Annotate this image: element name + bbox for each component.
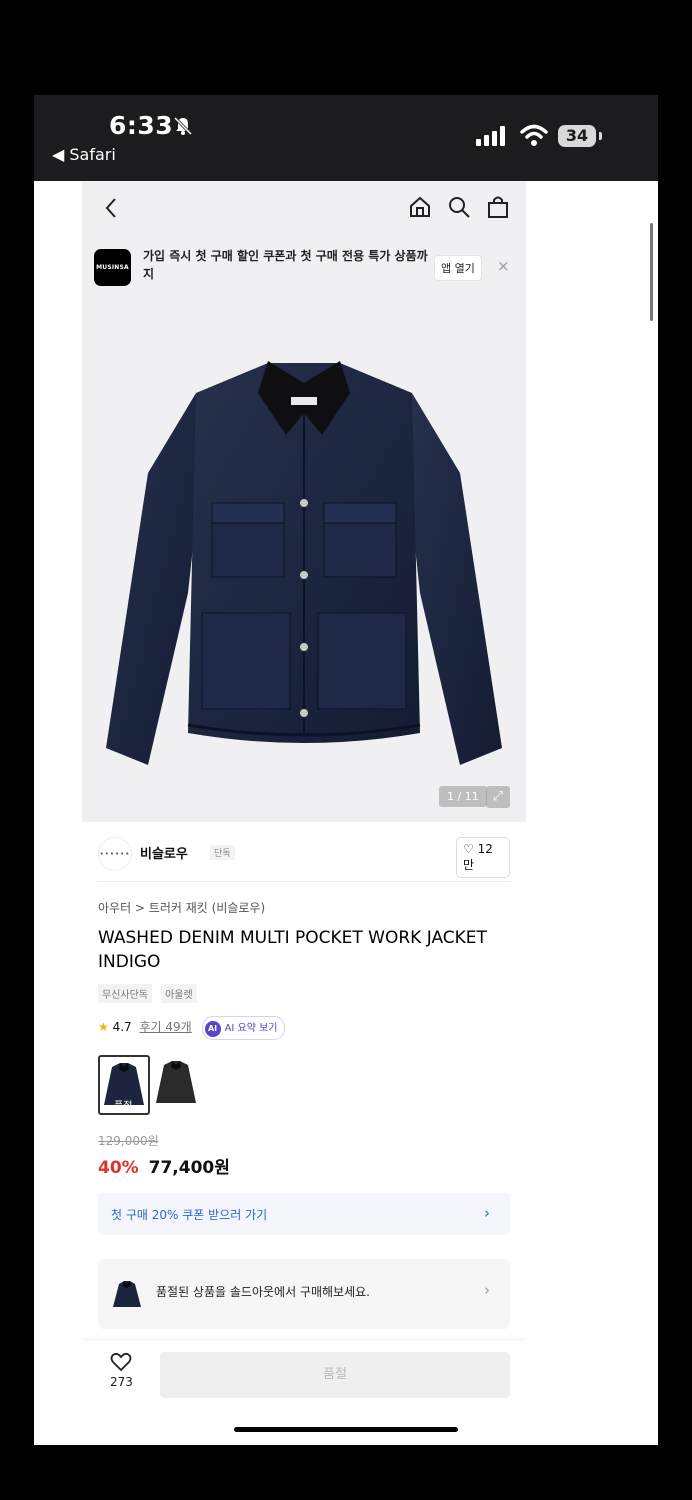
soldout-buy-button[interactable]: 품절	[160, 1352, 510, 1398]
brand-row[interactable]: •••••• 비슬로우 단독 ♡ 12만	[98, 831, 510, 882]
battery-tip	[599, 132, 602, 140]
rating-value: 4.7	[112, 1020, 132, 1034]
thumb-jacket-black	[156, 1061, 196, 1103]
home-icon[interactable]	[408, 195, 432, 219]
back-arrow-icon[interactable]	[104, 197, 118, 219]
wifi-icon	[520, 124, 548, 146]
brand-name[interactable]: 비슬로우	[140, 843, 188, 862]
resell-jacket-icon	[113, 1281, 141, 1307]
image-counter: 1 / 11	[439, 786, 487, 807]
signal-icon	[476, 126, 505, 146]
tag-outlet: 아울렛	[161, 984, 197, 1003]
app-install-banner[interactable]: MUSINSA 가입 즉시 첫 구매 할인 쿠폰과 첫 구매 전용 특가 상품까…	[94, 247, 512, 289]
back-to-safari-link[interactable]: ◀ Safari	[52, 145, 116, 164]
exclusive-badge: 단독	[210, 845, 235, 860]
musinsa-app-logo: MUSINSA	[94, 249, 131, 286]
chevron-right-icon: ›	[484, 1204, 490, 1222]
wishlist-button[interactable]: 273	[110, 1352, 133, 1389]
category-breadcrumb[interactable]: 아우터 > 트러커 재킷 (비슬로우)	[98, 899, 265, 916]
ai-summary-label: AI 요약 보기	[224, 1023, 278, 1034]
shopping-bag-icon[interactable]	[486, 195, 510, 219]
star-icon: ★	[98, 1020, 109, 1034]
wishlist-count: 273	[110, 1375, 133, 1389]
sale-price: 77,400원	[148, 1158, 230, 1178]
browser-viewport: MUSINSA 가입 즉시 첫 구매 할인 쿠폰과 첫 구매 전용 특가 상품까…	[34, 181, 658, 1445]
product-gallery[interactable]: MUSINSA 가입 즉시 첫 구매 할인 쿠폰과 첫 구매 전용 특가 상품까…	[82, 181, 526, 822]
color-option-black[interactable]	[152, 1055, 200, 1111]
search-icon[interactable]	[447, 195, 471, 219]
ai-icon: AI	[204, 1021, 221, 1037]
brand-logo[interactable]: ••••••	[98, 837, 132, 871]
close-icon[interactable]: ×	[497, 257, 510, 275]
product-page: MUSINSA 가입 즉시 첫 구매 할인 쿠폰과 첫 구매 전용 특가 상품까…	[82, 181, 526, 1341]
home-indicator[interactable]	[234, 1427, 458, 1432]
soldout-resell-banner[interactable]: 품절된 상품을 솔드아웃에서 구매해보세요. ›	[98, 1259, 510, 1329]
original-price: 129,000원	[98, 1134, 159, 1148]
heart-icon: ♡	[463, 842, 474, 856]
rating-row: ★ 4.7 후기 49개 AI AI 요약 보기	[98, 1016, 285, 1040]
heart-icon	[111, 1352, 132, 1372]
silent-mode-icon	[173, 116, 193, 136]
product-tags: 무신사단독 아울렛	[98, 983, 201, 1003]
expand-icon[interactable]: ⤢	[486, 786, 510, 808]
header-icons	[408, 195, 520, 223]
coupon-text: 첫 구매 20% 쿠폰 받으러 가기	[111, 1208, 268, 1222]
review-link[interactable]: 후기 49개	[140, 1020, 192, 1034]
coupon-banner[interactable]: 첫 구매 20% 쿠폰 받으러 가기 ›	[98, 1193, 510, 1235]
status-time: 6:33	[109, 111, 174, 140]
bottom-action-bar: 273 품절	[82, 1339, 526, 1410]
ios-status-bar: 6:33 ◀ Safari 34	[34, 95, 658, 181]
color-option-indigo[interactable]: 품절	[98, 1055, 150, 1115]
chevron-right-icon: ›	[484, 1281, 490, 1299]
battery-level: 34	[558, 125, 596, 147]
sale-price-row: 40% 77,400원	[98, 1153, 230, 1178]
discount-rate: 40%	[98, 1158, 139, 1178]
resell-text: 품절된 상품을 솔드아웃에서 구매해보세요.	[156, 1285, 370, 1299]
brand-like-button[interactable]: ♡ 12만	[456, 837, 510, 878]
soldout-label: 품절	[114, 1101, 133, 1112]
ai-summary-button[interactable]: AI AI 요약 보기	[201, 1016, 285, 1040]
tag-exclusive: 무신사단독	[98, 984, 152, 1003]
scrollbar[interactable]	[650, 223, 653, 321]
open-app-button[interactable]: 앱 열기	[434, 255, 482, 281]
product-title: WASHED DENIM MULTI POCKET WORK JACKET IN…	[98, 928, 487, 972]
banner-text: 가입 즉시 첫 구매 할인 쿠폰과 첫 구매 전용 특가 상품까지	[143, 249, 428, 281]
product-image[interactable]	[96, 353, 512, 773]
